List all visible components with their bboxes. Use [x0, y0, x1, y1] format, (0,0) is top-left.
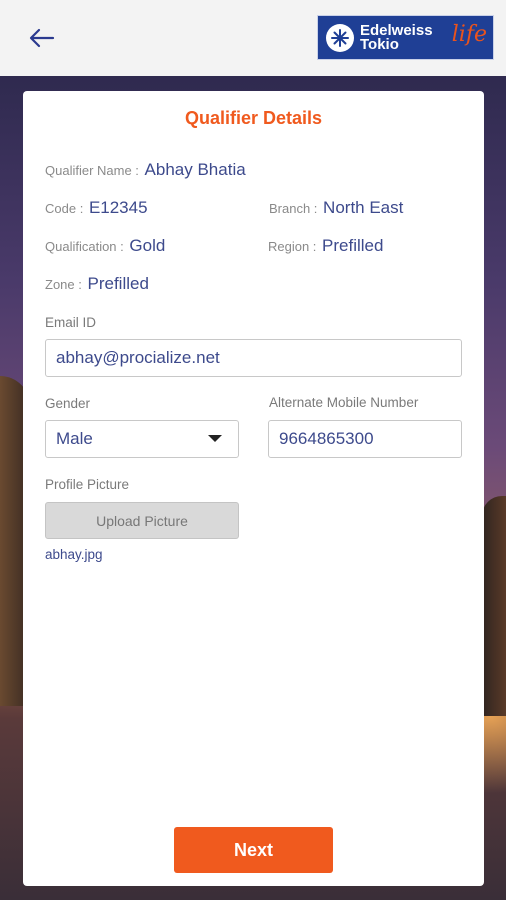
qualification-value: Gold: [129, 236, 166, 255]
branch-value: North East: [323, 198, 404, 217]
code-row: Code : E12345: [45, 198, 148, 218]
arrow-left-icon: [29, 28, 55, 48]
qualifier-details-card: Qualifier Details Qualifier Name : Abhay…: [23, 91, 484, 886]
region-label: Region :: [268, 239, 317, 254]
gender-select[interactable]: Male: [45, 420, 239, 458]
uploaded-filename: abhay.jpg: [45, 547, 103, 562]
qualifier-name-row: Qualifier Name : Abhay Bhatia: [45, 160, 246, 180]
alt-mobile-value: 9664865300: [279, 429, 374, 448]
alt-mobile-label: Alternate Mobile Number: [269, 395, 419, 410]
edelweiss-flower-icon: [326, 23, 354, 52]
brand-logo: Edelweiss Tokio life: [317, 15, 494, 60]
zone-label: Zone :: [45, 277, 82, 292]
app-header: Edelweiss Tokio life: [0, 0, 506, 76]
background-rock: [482, 496, 506, 716]
logo-script: life: [451, 22, 487, 47]
code-value: E12345: [88, 198, 148, 217]
gender-label: Gender: [45, 396, 91, 411]
back-button[interactable]: [26, 22, 58, 54]
code-label: Code :: [45, 201, 84, 216]
email-field[interactable]: abhay@procialize.net: [45, 339, 462, 377]
qualifier-name-label: Qualifier Name :: [45, 163, 139, 178]
qualification-row: Qualification : Gold: [45, 236, 165, 256]
logo-text: Edelweiss Tokio: [360, 23, 433, 53]
logo-line2: Tokio: [360, 35, 399, 53]
email-label: Email ID: [45, 315, 97, 330]
next-button[interactable]: Next: [174, 827, 333, 873]
qualification-label: Qualification :: [45, 239, 124, 254]
alt-mobile-field[interactable]: 9664865300: [268, 420, 462, 458]
gender-value: Male: [56, 429, 93, 448]
branch-row: Branch : North East: [269, 198, 403, 218]
region-value: Prefilled: [322, 236, 384, 255]
region-row: Region : Prefilled: [268, 236, 383, 256]
zone-value: Prefilled: [87, 274, 149, 293]
branch-label: Branch :: [269, 201, 318, 216]
email-value: abhay@procialize.net: [56, 348, 220, 367]
profile-picture-label: Profile Picture: [45, 477, 130, 492]
page-title: Qualifier Details: [184, 108, 323, 128]
qualifier-name-value: Abhay Bhatia: [144, 160, 246, 179]
upload-picture-button[interactable]: Upload Picture: [45, 502, 239, 539]
dropdown-arrow-icon: [208, 435, 222, 442]
zone-row: Zone : Prefilled: [45, 274, 149, 294]
